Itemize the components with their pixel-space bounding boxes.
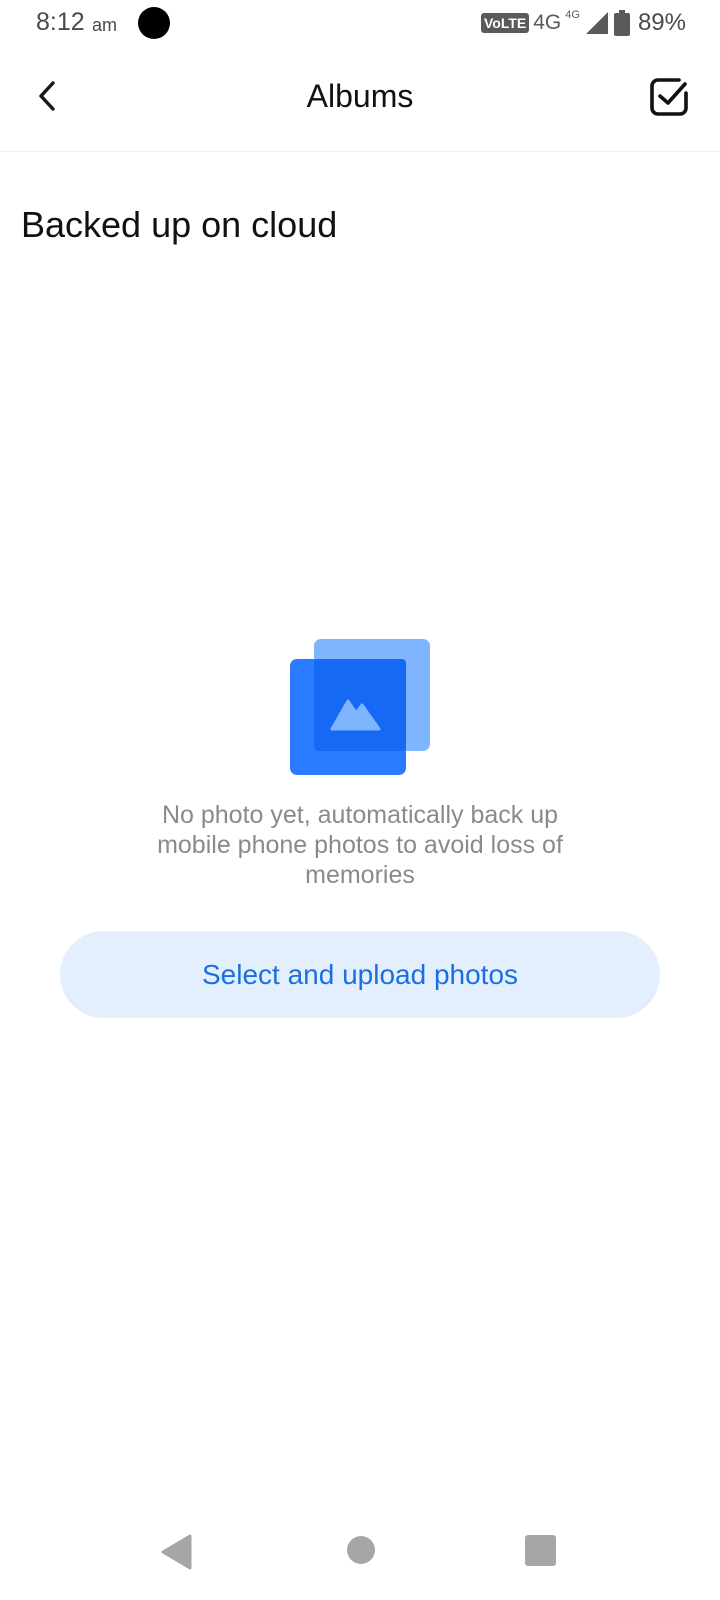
- section-title: Backed up on cloud: [21, 204, 338, 245]
- volte-badge: VoLTE: [480, 13, 530, 33]
- app-bar: Albums: [0, 46, 720, 152]
- photo-stack-icon: [290, 639, 430, 779]
- signal-icon: [584, 10, 610, 36]
- status-time: 8:12: [36, 8, 85, 36]
- status-ampm: am: [92, 15, 118, 35]
- upload-button-label: Select and upload photos: [201, 958, 519, 990]
- triangle-back-icon: [161, 1534, 192, 1570]
- checkbox-checked-icon: [650, 78, 688, 116]
- select-button[interactable]: [648, 76, 690, 118]
- network-type-secondary: 4G: [565, 9, 580, 21]
- select-and-upload-button[interactable]: Select and upload photos: [60, 931, 660, 1018]
- nav-home-button[interactable]: [347, 1536, 375, 1564]
- empty-message: No photo yet, automatically back up mobi…: [157, 801, 563, 889]
- network-type: 4G: [533, 11, 562, 34]
- battery-percent: 89%: [637, 9, 686, 36]
- nav-back-button[interactable]: [160, 1534, 192, 1575]
- nav-recents-button[interactable]: [525, 1535, 556, 1566]
- status-indicators: VoLTE 4G 4G 89%: [480, 8, 686, 38]
- battery-icon: [613, 10, 630, 36]
- camera-cutout: [138, 7, 170, 39]
- status-bar: 8:12 am VoLTE 4G 4G 89%: [0, 0, 720, 46]
- system-nav-bar: [0, 1510, 720, 1600]
- screen: 8:12 am VoLTE 4G 4G 89% Albums Backed up…: [0, 0, 720, 1600]
- page-title: Albums: [306, 78, 414, 114]
